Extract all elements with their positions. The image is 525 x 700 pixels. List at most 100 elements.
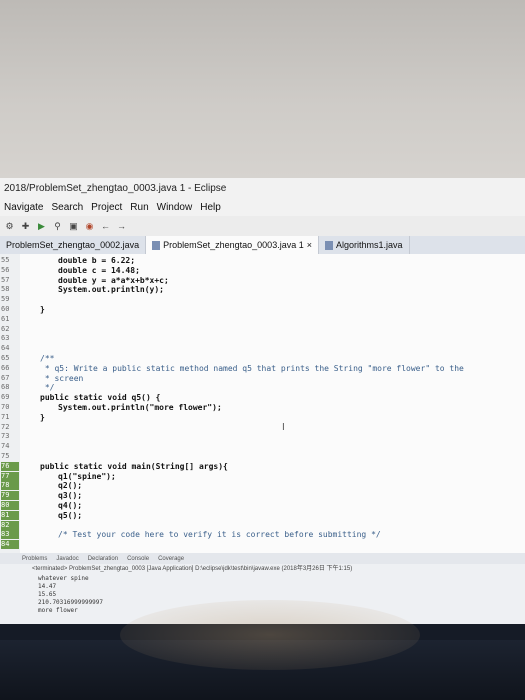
line-number: 73 [1, 432, 10, 441]
editor-tab[interactable]: ProblemSet_zhengtao_0003.java 1 × [146, 236, 319, 254]
code-editor[interactable]: I 55 double b = 6.22; 56 double c = 14.48; 5… [0, 254, 525, 553]
console-output-line: whatever spine [38, 575, 89, 582]
console-output-line: 14.47 [38, 583, 57, 590]
menu-window[interactable]: Window [157, 202, 193, 213]
java-file-icon [324, 240, 333, 250]
console-tab-coverage[interactable]: Coverage [158, 556, 184, 562]
code-line: 78 q2(); [0, 481, 525, 491]
line-number: 57 [1, 275, 10, 284]
code-line: 60} [0, 305, 525, 314]
window-title: 2018/ProblemSet_zhengtao_0003.java 1 - E… [0, 178, 525, 200]
console-output-line: more flower [38, 607, 78, 614]
code-comment: /* Test your code here to verify it is c… [58, 530, 381, 540]
line-number: 60 [1, 305, 10, 313]
code-text: q3(); [58, 491, 83, 501]
console-output-line: 210.70316999999997 [38, 599, 104, 606]
search-icon[interactable]: ⚲ [52, 221, 63, 232]
line-number: 68 [1, 383, 10, 392]
menu-run[interactable]: Run [130, 202, 148, 213]
line-number: 59 [1, 295, 10, 304]
tab-label: ProblemSet_zhengtao_0003.java 1 [163, 240, 304, 250]
java-file-icon [152, 240, 161, 250]
open-type-icon[interactable]: ▣ [68, 221, 79, 232]
line-number: 71 [1, 412, 10, 421]
line-number: 56 [1, 265, 10, 274]
code-line: 77 q1("spine"); [0, 471, 525, 481]
line-number: 62 [1, 324, 10, 333]
console-tab-javadoc[interactable]: Javadoc [56, 556, 78, 562]
line-number: 70 [1, 403, 10, 411]
code-line: 69 public static void q5() { [0, 393, 525, 402]
external-tools-icon[interactable]: ◉ [84, 221, 95, 232]
code-text: public static void q5() { [40, 393, 161, 403]
menu-search[interactable]: Search [51, 202, 83, 213]
line-number: 58 [1, 285, 10, 294]
line-number: 72 [1, 422, 10, 431]
code-text: public static void main(String[] args){ [40, 461, 228, 471]
menu-navigate[interactable]: Navigate [4, 202, 43, 213]
code-comment: */ [40, 383, 55, 393]
code-line: 67 * screen [0, 374, 525, 383]
close-tab-icon[interactable]: × [307, 240, 312, 250]
menu-bar: Navigate Search Project Run Window Help [0, 198, 525, 216]
code-line: 64 [0, 344, 525, 353]
code-line: 66 * q5: Write a public static method na… [0, 364, 525, 373]
code-line: 61 [0, 315, 525, 324]
code-line: 84 [0, 540, 525, 550]
menu-help[interactable]: Help [200, 202, 221, 213]
nav-forward-icon[interactable]: → [116, 221, 127, 232]
code-text: System.out.println(y); [58, 285, 164, 295]
new-icon[interactable]: ✚ [20, 221, 31, 232]
code-line: 75 [0, 452, 525, 461]
editor-tab[interactable]: Algorithms1.java [319, 236, 410, 254]
console-status: <terminated> ProblemSet_zhengtao_0003 [J… [0, 564, 525, 574]
code-text: q1("spine"); [58, 471, 116, 481]
code-line: 73 [0, 432, 525, 441]
code-line: 80 q4(); [0, 501, 525, 510]
code-line: 74 [0, 442, 525, 451]
console-tab-console[interactable]: Console [127, 556, 149, 562]
line-number: 84 [1, 540, 19, 550]
screen-glare [120, 600, 420, 670]
menu-project[interactable]: Project [91, 202, 122, 213]
line-number: 55 [1, 256, 10, 264]
line-number: 75 [1, 452, 10, 460]
code-line: 57 double y = a*a*x+b*x+c; [0, 276, 525, 285]
code-line: 59 [0, 295, 525, 304]
code-line: 56 double c = 14.48; [0, 266, 525, 275]
tab-label: ProblemSet_zhengtao_0002.java [6, 240, 140, 250]
code-text: q5(); [58, 510, 83, 520]
code-line: 79 q3(); [0, 491, 525, 501]
console-tab-problems[interactable]: Problems [22, 556, 47, 562]
line-number: 82 [1, 520, 19, 530]
code-text: q4(); [58, 501, 83, 510]
photo-background-top [0, 0, 525, 178]
code-line: 55 double b = 6.22; [0, 256, 525, 265]
code-line: 70 System.out.println("more flower"); [0, 403, 525, 412]
eclipse-window: 2018/ProblemSet_zhengtao_0003.java 1 - E… [0, 178, 525, 640]
code-line: 62 [0, 325, 525, 334]
debug-icon[interactable]: ⚙ [4, 221, 15, 232]
line-number: 67 [1, 373, 10, 382]
code-line: 72 [0, 423, 525, 432]
editor-tab[interactable]: ProblemSet_zhengtao_0002.java [0, 236, 147, 254]
code-line: 82 [0, 520, 525, 530]
line-number: 69 [1, 393, 10, 402]
code-line: 81 q5(); [0, 510, 525, 520]
editor-tabs: ProblemSet_zhengtao_0002.java ProblemSet_… [0, 236, 525, 254]
code-text: double b = 6.22; [58, 256, 136, 265]
code-text: double y = a*a*x+b*x+c; [58, 275, 169, 285]
line-number: 66 [1, 363, 10, 372]
console-output-line: 15.65 [38, 591, 57, 598]
code-line: 68 */ [0, 383, 525, 392]
line-number: 74 [1, 442, 10, 451]
line-number: 80 [1, 501, 19, 510]
code-text: System.out.println("more flower"); [58, 403, 222, 412]
line-number: 77 [1, 471, 19, 481]
code-line: 76 public static void main(String[] args)… [0, 461, 525, 471]
nav-back-icon[interactable]: ← [100, 221, 111, 232]
run-icon[interactable]: ▶ [36, 221, 47, 232]
code-line: 63 [0, 334, 525, 343]
line-number: 83 [1, 530, 19, 540]
console-tab-declaration[interactable]: Declaration [88, 556, 118, 562]
